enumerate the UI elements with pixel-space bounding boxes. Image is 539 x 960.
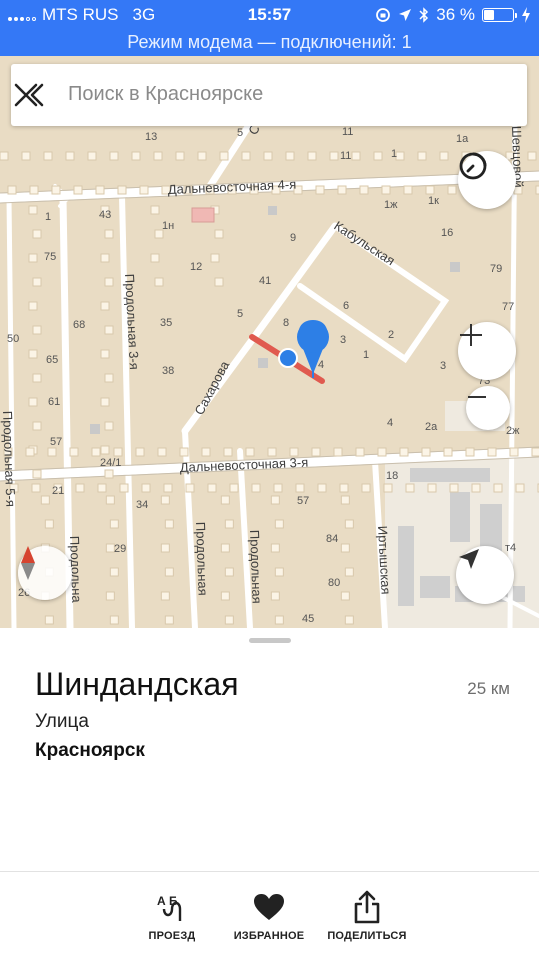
house-number-label: 1 — [363, 349, 369, 361]
bluetooth-icon — [419, 7, 429, 23]
place-title: Шиндандская — [35, 666, 239, 702]
plus-icon — [460, 324, 482, 346]
house-number-label: 1 — [391, 148, 397, 160]
house-number-label: 21 — [52, 485, 64, 497]
layers-button[interactable] — [458, 151, 516, 209]
street-label-prodolnaya-b: Продольная — [193, 522, 211, 596]
drag-handle[interactable] — [249, 638, 291, 643]
place-city: Красноярск — [35, 740, 145, 761]
house-number-label: 5 — [237, 308, 243, 320]
search-input[interactable]: Поиск в Красноярске — [68, 83, 263, 106]
house-number-label: 12 — [190, 261, 202, 273]
share-label: ПОДЕЛИТЬСЯ — [327, 930, 407, 942]
house-number-label: 3 — [440, 360, 446, 372]
house-number-label: 8 — [283, 317, 289, 329]
compass-icon — [21, 546, 35, 580]
house-number-label: 77 — [502, 301, 514, 313]
share-icon — [354, 890, 380, 924]
status-bar: MTS RUS 3G 15:57 36 % — [0, 0, 539, 29]
house-number-label: 2ж — [506, 425, 520, 437]
share-button[interactable]: ПОДЕЛИТЬСЯ — [312, 890, 422, 942]
house-number-label: 5 — [237, 127, 243, 139]
house-number-label: 6 — [343, 300, 349, 312]
house-number-label: 18 — [386, 470, 398, 482]
street-label-prodolnaya-c: Продольная — [247, 530, 265, 604]
house-number-label: 68 — [73, 319, 85, 331]
house-number-label: 80 — [328, 577, 340, 589]
navigation-arrow-icon — [459, 549, 479, 569]
place-distance: 25 км — [467, 679, 510, 698]
house-number-label: 57 — [297, 495, 309, 507]
search-bar[interactable]: Поиск в Красноярске — [11, 64, 527, 126]
route-button[interactable]: А Б ПРОЕЗД — [117, 890, 227, 942]
heart-icon — [254, 894, 284, 920]
house-number-label: 34 — [136, 499, 148, 511]
street-label-sakharova: Сахарова — [191, 358, 232, 418]
house-number-label: 1 — [45, 211, 51, 223]
my-location-button[interactable] — [456, 546, 514, 604]
zoom-in-button[interactable] — [458, 322, 516, 380]
house-number-label: 43 — [99, 209, 111, 221]
house-number-label: 50 — [7, 333, 19, 345]
house-number-label: т4 — [505, 542, 516, 554]
house-number-label: 4 — [318, 359, 324, 371]
favorites-label: ИЗБРАННОЕ — [233, 930, 305, 942]
house-number-label: 11 — [342, 126, 353, 138]
house-number-label: 13 — [145, 131, 157, 143]
house-number-label: 9 — [290, 232, 296, 244]
favorites-button[interactable]: ИЗБРАННОЕ — [214, 890, 324, 942]
house-number-label: 2 — [388, 329, 394, 341]
place-type: Улица — [35, 711, 89, 732]
orientation-lock-icon — [376, 8, 391, 22]
hotspot-banner[interactable]: Режим модема — подключений: 1 — [0, 29, 539, 56]
house-number-label: 1ж — [384, 199, 398, 211]
route-label: ПРОЕЗД — [148, 930, 196, 942]
charging-icon — [522, 7, 530, 23]
route-icon: А Б — [157, 894, 182, 921]
house-number-label: 84 — [326, 533, 338, 545]
house-number-label: 29 — [114, 543, 126, 555]
svg-text:А Б: А Б — [157, 894, 178, 908]
house-number-label: 4 — [387, 417, 393, 429]
house-number-label: 1н — [162, 220, 174, 232]
close-icon[interactable] — [11, 80, 41, 110]
house-number-label: 1к — [428, 195, 439, 207]
current-location-dot — [278, 348, 298, 368]
place-card[interactable]: Шиндандская 25 км Улица Красноярск — [0, 628, 539, 871]
house-number-label: 57 — [50, 436, 62, 448]
battery-icon — [482, 8, 517, 22]
house-number-label: 65 — [46, 354, 58, 366]
house-number-label: 3 — [340, 334, 346, 346]
compass-button[interactable] — [18, 546, 72, 600]
house-number-label: 1а — [456, 133, 469, 145]
house-number-label: 61 — [48, 396, 60, 408]
street-label-dalnevostochnaya-3: Дальневосточная 3-я — [179, 455, 308, 475]
house-number-label: 75 — [44, 251, 56, 263]
house-number-label: 2а — [425, 421, 438, 433]
house-number-label: 38 — [162, 365, 174, 377]
house-number-label: 79 — [490, 263, 502, 275]
street-label-kabulskaya: Кабульская — [331, 218, 397, 268]
house-number-label: 11 — [340, 150, 351, 162]
house-number-label: 24/1 — [100, 457, 121, 469]
street-label-irtyshskaya: Иртышская — [375, 525, 394, 594]
speedometer-icon — [459, 152, 487, 180]
house-number-label: 45 — [302, 613, 314, 625]
location-arrow-icon — [399, 9, 412, 21]
street-label-prodolnaya-5: Продольная 5-я — [0, 411, 18, 508]
house-number-label: 35 — [160, 317, 172, 329]
map-view[interactable]: Дальневосточная 4-я Дальневосточная 3-я … — [0, 56, 539, 628]
zoom-out-button[interactable] — [466, 386, 510, 430]
house-number-label: 41 — [259, 275, 271, 287]
house-number-label: 16 — [441, 227, 453, 239]
minus-icon — [468, 396, 486, 398]
action-toolbar: А Б ПРОЕЗД ИЗБРАННОЕ ПОДЕЛИТЬСЯ — [0, 871, 539, 960]
battery-percent: 36 % — [436, 5, 475, 24]
